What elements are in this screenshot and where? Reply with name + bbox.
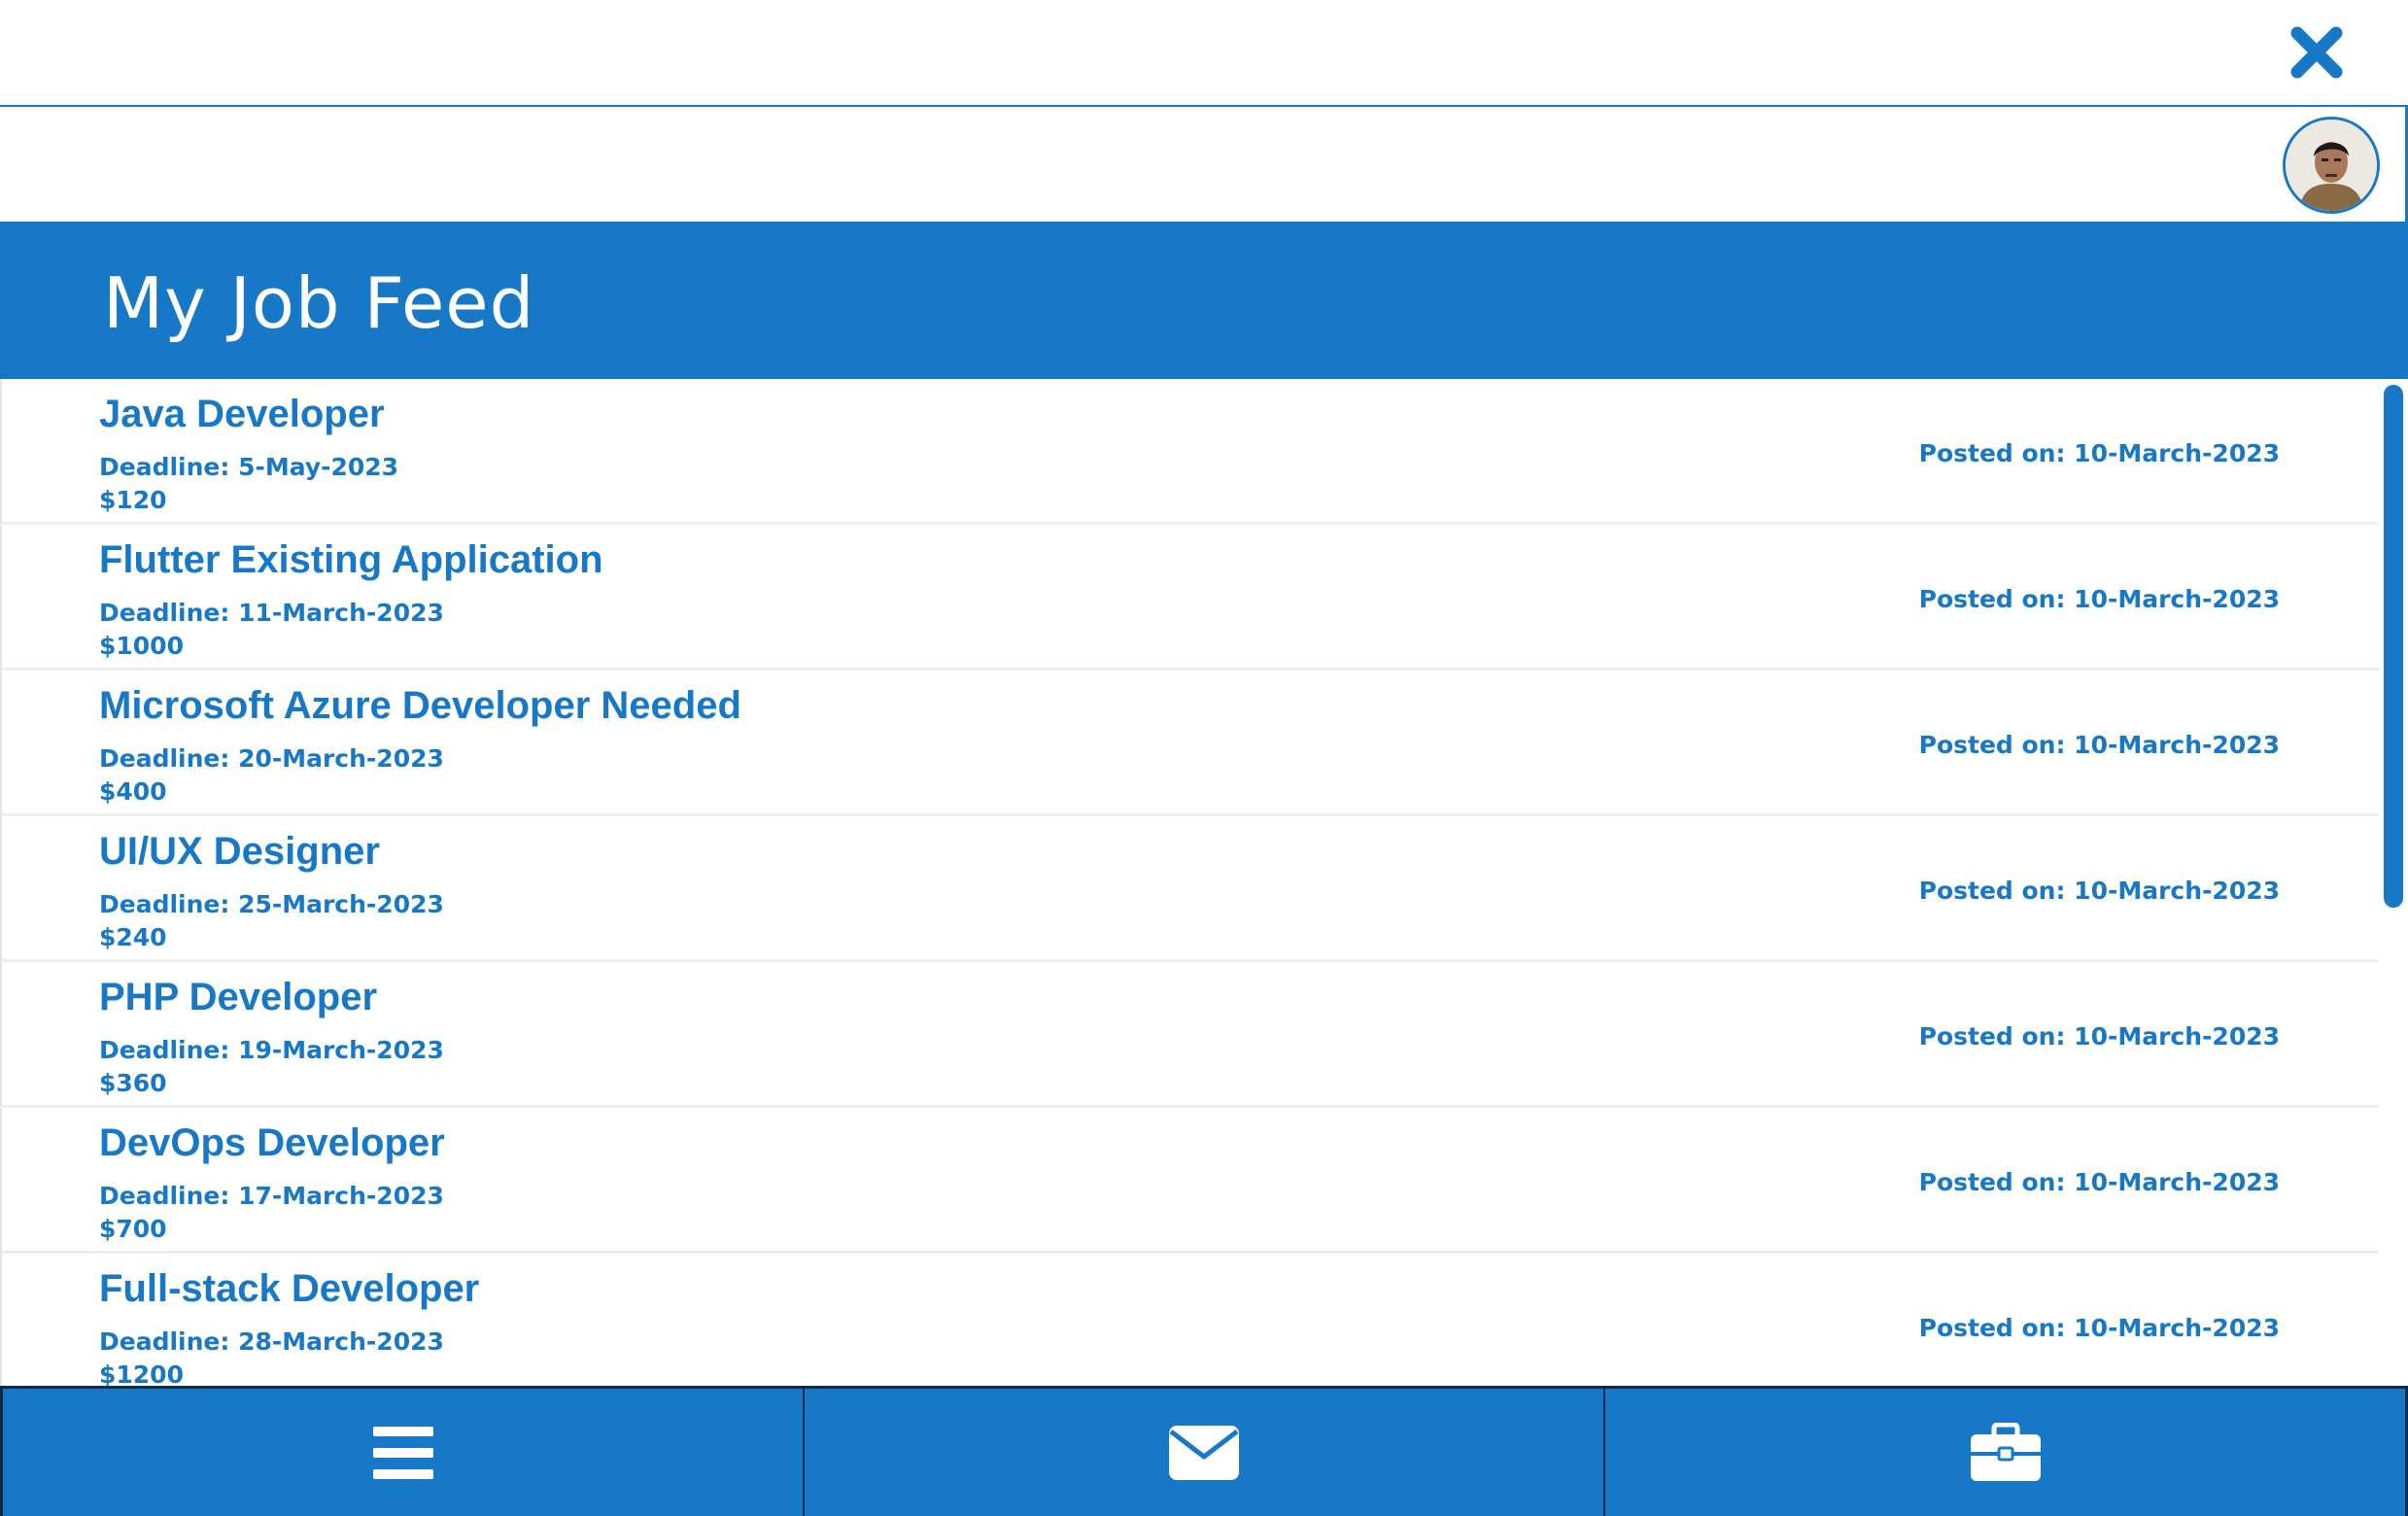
job-price: $400 <box>99 777 167 806</box>
job-item[interactable]: Flutter Existing Application Deadline: 1… <box>0 525 2379 671</box>
job-price: $240 <box>99 923 167 951</box>
job-deadline: Deadline: 11-March-2023 <box>99 599 444 627</box>
bottom-navigation <box>0 1386 2408 1516</box>
job-price: $1200 <box>99 1361 184 1386</box>
app-window: My Job Feed Java Developer Deadline: 5-M… <box>0 0 2408 1516</box>
menu-button[interactable] <box>0 1389 803 1516</box>
job-price: $1000 <box>99 632 184 660</box>
job-price: $120 <box>99 486 167 514</box>
job-posted-date: Posted on: 10-March-2023 <box>1918 877 2280 905</box>
user-avatar-icon <box>2286 120 2377 211</box>
avatar[interactable] <box>2283 117 2380 214</box>
job-title: Microsoft Azure Developer Needed <box>99 684 741 727</box>
job-deadline: Deadline: 20-March-2023 <box>99 744 444 773</box>
job-posted-date: Posted on: 10-March-2023 <box>1918 585 2280 613</box>
scrollbar-thumb[interactable] <box>2384 385 2403 908</box>
job-deadline: Deadline: 28-March-2023 <box>99 1327 444 1356</box>
top-bar <box>0 0 2408 107</box>
menu-icon <box>372 1426 433 1479</box>
job-deadline: Deadline: 17-March-2023 <box>99 1182 444 1210</box>
job-posted-date: Posted on: 10-March-2023 <box>1918 1022 2280 1051</box>
close-button[interactable] <box>2288 23 2346 82</box>
job-deadline: Deadline: 25-March-2023 <box>99 890 444 918</box>
job-item[interactable]: UI/UX Designer Deadline: 25-March-2023 $… <box>0 816 2379 962</box>
profile-bar <box>0 107 2408 222</box>
job-posted-date: Posted on: 10-March-2023 <box>1918 439 2280 467</box>
job-title: Java Developer <box>99 393 385 435</box>
job-price: $700 <box>99 1215 167 1243</box>
job-feed-list[interactable]: Java Developer Deadline: 5-May-2023 $120… <box>0 379 2379 1386</box>
job-posted-date: Posted on: 10-March-2023 <box>1918 1168 2280 1196</box>
page-title: My Job Feed <box>103 262 535 344</box>
job-item[interactable]: Java Developer Deadline: 5-May-2023 $120… <box>0 379 2379 525</box>
job-item[interactable]: Microsoft Azure Developer Needed Deadlin… <box>0 671 2379 816</box>
job-title: DevOps Developer <box>99 1121 445 1164</box>
mail-icon <box>1169 1425 1239 1480</box>
job-item[interactable]: Full-stack Developer Deadline: 28-March-… <box>0 1254 2379 1386</box>
job-deadline: Deadline: 5-May-2023 <box>99 453 399 481</box>
job-item[interactable]: PHP Developer Deadline: 19-March-2023 $3… <box>0 962 2379 1108</box>
job-title: Full-stack Developer <box>99 1267 480 1310</box>
messages-button[interactable] <box>803 1389 1603 1516</box>
job-item[interactable]: DevOps Developer Deadline: 17-March-2023… <box>0 1108 2379 1254</box>
job-posted-date: Posted on: 10-March-2023 <box>1918 1314 2280 1342</box>
job-deadline: Deadline: 19-March-2023 <box>99 1036 444 1064</box>
job-title: UI/UX Designer <box>99 830 380 873</box>
page-header: My Job Feed <box>0 222 2408 379</box>
jobs-button[interactable] <box>1603 1389 2408 1516</box>
job-title: Flutter Existing Application <box>99 538 603 581</box>
job-posted-date: Posted on: 10-March-2023 <box>1918 731 2280 759</box>
job-title: PHP Developer <box>99 976 378 1018</box>
job-price: $360 <box>99 1069 167 1097</box>
close-icon <box>2290 26 2343 79</box>
briefcase-icon <box>1970 1422 2041 1481</box>
